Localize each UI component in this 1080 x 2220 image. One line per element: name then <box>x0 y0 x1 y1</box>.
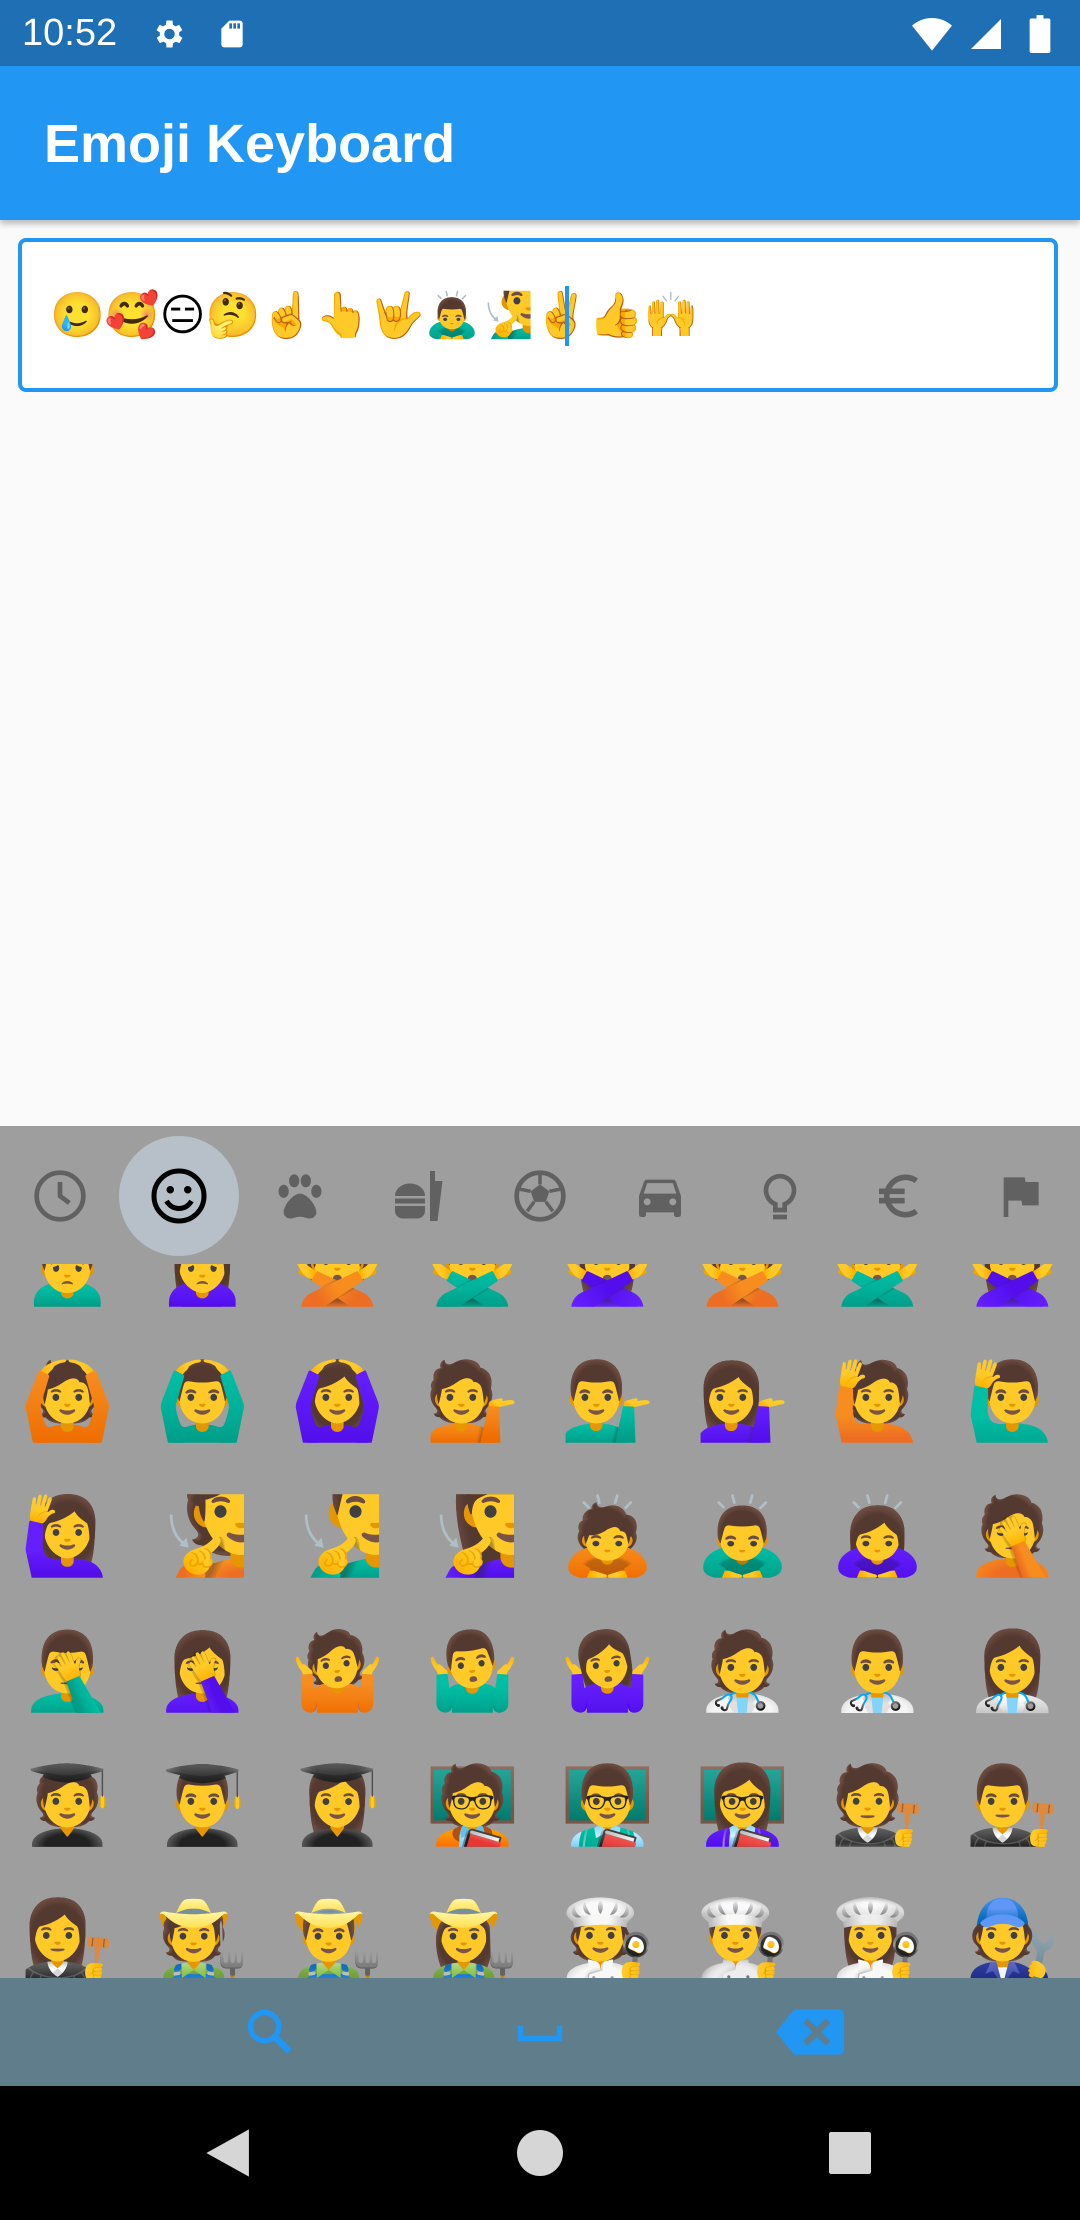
emoji-key[interactable]: 🤷‍♀️ <box>540 1604 675 1738</box>
system-navigation-bar <box>0 2086 1080 2220</box>
app-title: Emoji Keyboard <box>44 114 456 174</box>
emoji-key[interactable]: 🤦‍♀️ <box>135 1604 270 1738</box>
emoji-row: 🙋‍♀️ 🧏 🧏‍♂️ 🧏‍♀️ 🙇 🙇‍♂️ 🙇‍♀️ 🤦 <box>0 1469 1080 1603</box>
emoji-key[interactable]: 👨‍⚖️ <box>945 1738 1080 1872</box>
emoji-category-bar <box>0 1126 1080 1264</box>
emoji-key[interactable]: 🙅‍♂️ <box>810 1264 945 1332</box>
emoji-key[interactable]: 🙅‍♀️ <box>540 1264 675 1332</box>
emoji-key[interactable]: 🙋 <box>810 1334 945 1468</box>
emoji-key[interactable]: 👨‍🎓 <box>135 1738 270 1872</box>
emoji-key[interactable]: 🙅 <box>675 1264 810 1332</box>
status-time: 10:52 <box>22 12 118 54</box>
wifi-icon <box>912 14 952 54</box>
sd-card-icon <box>212 14 252 54</box>
emoji-key[interactable]: 🙇‍♂️ <box>675 1469 810 1603</box>
emoji-key[interactable]: 👨‍🏫 <box>540 1738 675 1872</box>
battery-icon <box>1020 14 1060 54</box>
emoji-key[interactable]: 🙆‍♂️ <box>135 1334 270 1468</box>
emoji-key[interactable]: 🙇‍♀️ <box>810 1469 945 1603</box>
emoji-row: 🙆 🙆‍♂️ 🙆‍♀️ 💁 💁‍♂️ 💁‍♀️ 🙋 🙋‍♂️ <box>0 1334 1080 1468</box>
emoji-key[interactable]: 🙅‍♂️ <box>405 1264 540 1332</box>
emoji-key[interactable]: 👨‍🌾 <box>270 1872 405 1978</box>
lightbulb-icon[interactable] <box>720 1136 840 1256</box>
emoji-key[interactable]: 💁 <box>405 1334 540 1468</box>
emoji-key[interactable]: 🧏‍♂️ <box>270 1469 405 1603</box>
recents-square-icon[interactable] <box>810 2113 890 2193</box>
soccer-ball-icon[interactable] <box>480 1136 600 1256</box>
emoji-key[interactable]: 👩‍🌾 <box>405 1872 540 1978</box>
smiley-face-icon[interactable] <box>119 1136 239 1256</box>
emoji-key[interactable]: 🧑‍🌾 <box>135 1872 270 1978</box>
search-icon[interactable] <box>220 1992 320 2072</box>
emoji-key[interactable]: 🙋‍♀️ <box>0 1469 135 1603</box>
emoji-row: 🧑‍🎓 👨‍🎓 👩‍🎓 🧑‍🏫 👨‍🏫 👩‍🏫 🧑‍⚖️ 👨‍⚖️ <box>0 1738 1080 1872</box>
status-bar: 10:52 <box>0 0 1080 66</box>
food-drink-icon[interactable] <box>360 1136 480 1256</box>
emoji-key[interactable]: 👩‍🎓 <box>270 1738 405 1872</box>
emoji-key[interactable]: 🙆‍♀️ <box>270 1334 405 1468</box>
emoji-key[interactable]: 🧑‍🔧 <box>945 1872 1080 1978</box>
app-bar: Emoji Keyboard <box>0 66 1080 220</box>
signal-icon <box>966 14 1006 54</box>
emoji-text-field[interactable]: 🥲🥰😑🤔☝️👆🤟🙇‍♂️🧏‍♂️✌️👍🙌 <box>18 238 1058 392</box>
emoji-row: 🤦‍♂️ 🤦‍♀️ 🤷 🤷‍♂️ 🤷‍♀️ 🧑‍⚕️ 👨‍⚕️ 👩‍⚕️ <box>0 1604 1080 1738</box>
emoji-key[interactable]: 🧏 <box>135 1469 270 1603</box>
recent-clock-icon[interactable] <box>0 1136 120 1256</box>
emoji-grid: 🙍‍♂️ 🙍‍♀️ 🙅 🙅‍♂️ 🙅‍♀️ 🙅 🙅‍♂️ 🙅‍♀️ 🙆 🙆‍♂️ 🙆‍♀️ 💁 💁‍♂️… <box>0 1264 1080 1978</box>
emoji-row: 👩‍⚖️ 🧑‍🌾 👨‍🌾 👩‍🌾 🧑‍🍳 👨‍🍳 👩‍🍳 🧑‍🔧 <box>0 1872 1080 1978</box>
emoji-key[interactable]: 🙆 <box>0 1334 135 1468</box>
euro-symbol-icon[interactable] <box>840 1136 960 1256</box>
car-icon[interactable] <box>600 1136 720 1256</box>
space-bar-icon[interactable] <box>490 1992 590 2072</box>
text-cursor <box>565 286 569 346</box>
emoji-key[interactable]: 👩‍⚕️ <box>945 1604 1080 1738</box>
emoji-picker-panel: 🙍‍♂️ 🙍‍♀️ 🙅 🙅‍♂️ 🙅‍♀️ 🙅 🙅‍♂️ 🙅‍♀️ 🙆 🙆‍♂️ 🙆‍♀️ 💁 💁‍♂️… <box>0 1126 1080 1978</box>
emoji-key[interactable]: 🙇 <box>540 1469 675 1603</box>
emoji-key[interactable]: 👩‍🏫 <box>675 1738 810 1872</box>
emoji-key[interactable]: 🙍‍♂️ <box>0 1264 135 1332</box>
emoji-key[interactable]: 🤦 <box>945 1469 1080 1603</box>
emoji-key[interactable]: 🤷‍♂️ <box>405 1604 540 1738</box>
paw-icon[interactable] <box>240 1136 360 1256</box>
emoji-key[interactable]: 💁‍♂️ <box>540 1334 675 1468</box>
backspace-icon[interactable] <box>760 1992 860 2072</box>
emoji-key[interactable]: 🙅 <box>270 1264 405 1332</box>
emoji-key[interactable]: 🧑‍⚕️ <box>675 1604 810 1738</box>
settings-icon <box>148 14 188 54</box>
home-circle-icon[interactable] <box>500 2113 580 2193</box>
back-triangle-icon[interactable] <box>190 2113 270 2193</box>
keyboard-action-bar <box>0 1978 1080 2086</box>
emoji-key[interactable]: 🙋‍♂️ <box>945 1334 1080 1468</box>
emoji-key[interactable]: 👨‍🍳 <box>675 1872 810 1978</box>
emoji-key[interactable]: 💁‍♀️ <box>675 1334 810 1468</box>
emoji-key[interactable]: 🙍‍♀️ <box>135 1264 270 1332</box>
emoji-key[interactable]: 🧑‍⚖️ <box>810 1738 945 1872</box>
emoji-key[interactable]: 🙅‍♀️ <box>945 1264 1080 1332</box>
emoji-row: 🙍‍♂️ 🙍‍♀️ 🙅 🙅‍♂️ 🙅‍♀️ 🙅 🙅‍♂️ 🙅‍♀️ <box>0 1264 1080 1332</box>
emoji-key[interactable]: 👩‍🍳 <box>810 1872 945 1978</box>
emoji-key[interactable]: 🤷 <box>270 1604 405 1738</box>
emoji-key[interactable]: 👨‍⚕️ <box>810 1604 945 1738</box>
text-field-value[interactable]: 🥲🥰😑🤔☝️👆🤟🙇‍♂️🧏‍♂️✌️👍🙌 <box>50 286 699 346</box>
emoji-key[interactable]: 🧑‍🏫 <box>405 1738 540 1872</box>
emoji-key[interactable]: 🧑‍🍳 <box>540 1872 675 1978</box>
emoji-key[interactable]: 🤦‍♂️ <box>0 1604 135 1738</box>
emoji-key[interactable]: 🧏‍♀️ <box>405 1469 540 1603</box>
emoji-key[interactable]: 🧑‍🎓 <box>0 1738 135 1872</box>
flag-icon[interactable] <box>960 1136 1080 1256</box>
emoji-key[interactable]: 👩‍⚖️ <box>0 1872 135 1978</box>
